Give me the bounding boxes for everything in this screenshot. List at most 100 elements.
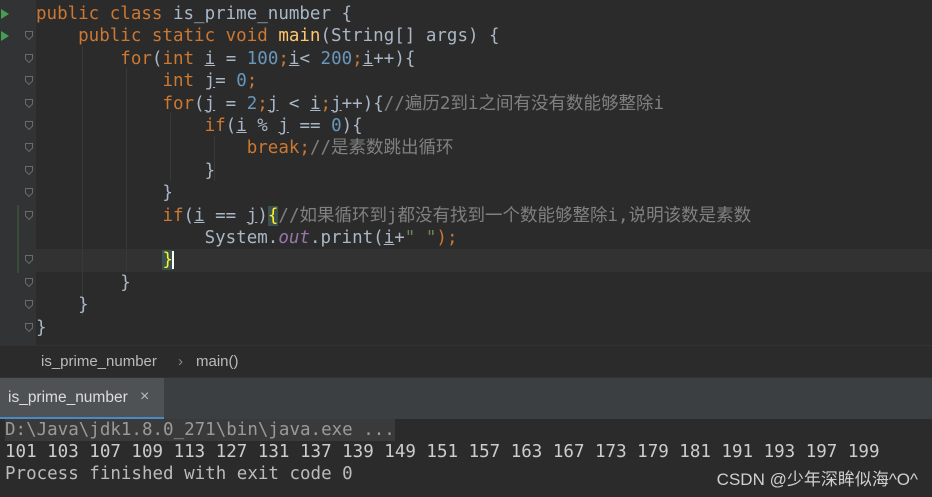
code-token: ; (246, 71, 258, 92)
code-token: ( (183, 205, 195, 226)
fold-marker-icon[interactable] (25, 277, 33, 287)
fold-marker-icon[interactable] (25, 76, 33, 86)
code-token: } (36, 160, 216, 181)
code-token: 200 (320, 48, 353, 69)
code-token: ; (278, 48, 289, 69)
code-line[interactable]: } (36, 182, 173, 204)
code-token: System. (36, 228, 279, 248)
code-token: j (246, 205, 258, 226)
code-token: 2 (246, 93, 258, 114)
code-token: is_prime_number { (172, 4, 353, 24)
console-command-line[interactable]: D:\Java\jdk1.8.0_271\bin\java.exe ... (5, 419, 395, 441)
code-line[interactable]: if(i % j == 0){ (36, 115, 363, 137)
code-token: if (162, 205, 184, 226)
code-token: public class (36, 4, 173, 24)
code-token: 0 (331, 116, 342, 136)
code-token: ){ (341, 116, 363, 136)
code-token: ; (352, 48, 363, 69)
code-token: ++){ (341, 93, 384, 114)
code-line[interactable]: } (36, 317, 47, 339)
breadcrumb-class[interactable]: is_prime_number (41, 353, 157, 370)
code-token: if (204, 116, 226, 136)
code-line[interactable]: System.out.print(i+" "); (36, 227, 458, 249)
code-line[interactable]: public class is_prime_number { (36, 3, 352, 25)
fold-marker-icon[interactable] (25, 31, 33, 41)
run-tab-label: is_prime_number (8, 389, 128, 406)
code-token: i (383, 228, 395, 248)
fold-marker-icon[interactable] (25, 165, 33, 175)
code-token: .print( (309, 228, 384, 248)
fold-marker-icon[interactable] (25, 188, 33, 198)
code-token: = (215, 71, 237, 92)
code-token: (String[] args) { (320, 26, 500, 47)
code-line[interactable]: } (36, 272, 131, 294)
fold-marker-icon[interactable] (25, 98, 33, 108)
fold-marker-icon[interactable] (25, 255, 33, 265)
code-token: 100 (246, 48, 279, 69)
code-token: ); (436, 228, 458, 248)
code-editor[interactable]: public class is_prime_number { public st… (0, 0, 932, 345)
code-token: j (267, 93, 279, 114)
fold-marker-icon[interactable] (25, 300, 33, 310)
code-token: " " (404, 228, 437, 248)
code-token: j (278, 116, 289, 136)
code-token: } (36, 183, 173, 204)
code-line[interactable]: public static void main(String[] args) { (36, 25, 500, 47)
close-icon[interactable]: × (140, 388, 149, 406)
code-token: //遍历2到i之间有没有数能够整除i (383, 93, 664, 114)
fold-marker-icon[interactable] (25, 121, 33, 130)
code-line[interactable]: for(int i = 100;i< 200;i++){ (36, 48, 415, 70)
code-token: ++){ (373, 48, 416, 69)
fold-marker-icon[interactable] (25, 143, 33, 153)
code-line[interactable]: int j= 0; (36, 70, 257, 92)
code-token: ; (257, 93, 268, 114)
code-token: } (36, 295, 89, 316)
code-token: == (204, 205, 247, 226)
code-token: //如果循环到j都没有找到一个数能够整除i,说明该数是素数 (278, 205, 752, 226)
code-token: i (288, 48, 300, 69)
code-line[interactable]: } (36, 249, 174, 271)
code-token: main (278, 26, 321, 47)
code-token: == (288, 116, 332, 136)
breadcrumb: is_prime_number › main() (0, 345, 932, 378)
code-token: i (204, 48, 216, 69)
code-token: out (278, 228, 310, 248)
code-token: % (246, 116, 279, 136)
code-line[interactable]: } (36, 294, 89, 316)
code-token: break; (246, 138, 310, 159)
run-tab[interactable]: is_prime_number × (0, 378, 164, 420)
run-class-icon[interactable] (1, 9, 9, 19)
code-token: for (120, 48, 152, 69)
code-token: ) (257, 205, 268, 226)
code-line[interactable]: if(i == j){//如果循环到j都没有找到一个数能够整除i,说明该数是素数 (36, 205, 751, 227)
code-token: i (310, 93, 321, 114)
run-tool-window-tabs: is_prime_number × (0, 377, 932, 420)
code-token: for (162, 93, 195, 114)
code-token: i (236, 116, 247, 136)
code-line[interactable]: break;//是素数跳出循环 (36, 137, 454, 159)
code-token: int (162, 71, 205, 92)
code-line[interactable]: } (36, 160, 216, 182)
fold-marker-icon[interactable] (25, 210, 33, 220)
fold-marker-icon[interactable] (25, 53, 33, 63)
code-token: public static void (36, 26, 279, 47)
code-token: j (204, 93, 216, 114)
breadcrumb-separator: › (178, 353, 183, 370)
code-token: ( (194, 93, 205, 114)
text-caret (171, 251, 174, 270)
fold-marker-icon[interactable] (25, 322, 33, 332)
code-token: i (194, 205, 205, 226)
code-token: = (215, 48, 247, 69)
code-line[interactable]: for(j = 2;j < i;j++){//遍历2到i之间有没有数能够整除i (36, 93, 664, 115)
code-token: j (204, 71, 216, 92)
run-main-icon[interactable] (1, 31, 9, 41)
code-token: i (362, 48, 374, 69)
breadcrumb-method[interactable]: main() (196, 353, 239, 370)
